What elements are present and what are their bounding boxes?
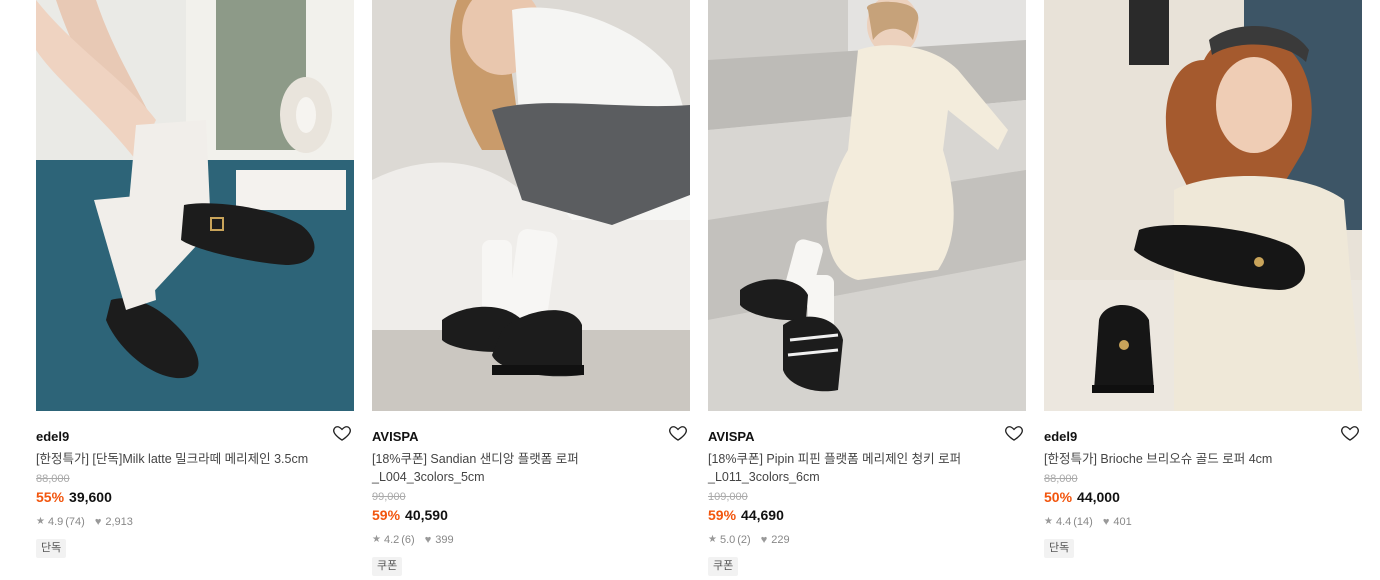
star-icon: ★: [372, 534, 381, 545]
review-count: (2): [737, 534, 751, 546]
product-name[interactable]: [18%쿠폰] Pipin 피핀 플랫폼 메리제인 청키 로퍼 _L011_3c…: [708, 450, 1008, 486]
review-count: (74): [65, 516, 85, 528]
wishlist-heart-icon[interactable]: [668, 423, 688, 443]
discount-rate: 59%: [708, 507, 737, 523]
product-stats: ★ 4.2 (6) ♥ 399: [372, 533, 690, 547]
product-badge: 단독: [36, 539, 67, 558]
product-image[interactable]: [708, 0, 1026, 411]
original-price: 88,000: [36, 473, 70, 485]
brand-name[interactable]: AVISPA: [372, 429, 418, 444]
rating-value: 4.9: [47, 516, 64, 528]
product-card[interactable]: AVISPA [18%쿠폰] Pipin 피핀 플랫폼 메리제인 청키 로퍼 _…: [708, 0, 1026, 576]
product-name[interactable]: [18%쿠폰] Sandian 샌디앙 플랫폼 로퍼 _L004_3colors…: [372, 450, 672, 486]
like-count: 401: [1113, 516, 1132, 528]
product-photo-pipin: [708, 0, 1026, 411]
star-icon: ★: [708, 534, 717, 545]
rating-value: 4.2: [383, 534, 400, 546]
original-price: 99,000: [372, 491, 406, 503]
review-count: (14): [1073, 516, 1093, 528]
star-icon: ★: [1044, 516, 1053, 527]
price-row: 59% 44,690: [708, 506, 1026, 524]
product-badge: 쿠폰: [708, 557, 739, 576]
product-stats: ★ 4.9 (74) ♥ 2,913: [36, 515, 354, 529]
sale-price: 39,600: [69, 489, 112, 505]
product-image[interactable]: [372, 0, 690, 411]
like-count: 2,913: [105, 516, 133, 528]
brand-name[interactable]: edel9: [36, 429, 69, 444]
wishlist-heart-icon[interactable]: [1004, 423, 1024, 443]
product-card[interactable]: AVISPA [18%쿠폰] Sandian 샌디앙 플랫폼 로퍼 _L004_…: [372, 0, 690, 576]
review-count: (6): [401, 534, 415, 546]
rating-value: 4.4: [1055, 516, 1072, 528]
product-image[interactable]: [1044, 0, 1362, 411]
sale-price: 40,590: [405, 507, 448, 523]
product-photo-brioche: [1044, 0, 1362, 411]
discount-rate: 55%: [36, 489, 65, 505]
product-badge: 단독: [1044, 539, 1075, 558]
product-image[interactable]: [36, 0, 354, 411]
sale-price: 44,690: [741, 507, 784, 523]
brand-name[interactable]: edel9: [1044, 429, 1077, 444]
product-name[interactable]: [한정특가] Brioche 브리오슈 골드 로퍼 4cm: [1044, 450, 1344, 468]
discount-rate: 59%: [372, 507, 401, 523]
wishlist-heart-icon[interactable]: [332, 423, 352, 443]
product-stats: ★ 5.0 (2) ♥ 229: [708, 533, 1026, 547]
product-card[interactable]: edel9 [한정특가] Brioche 브리오슈 골드 로퍼 4cm 88,0…: [1044, 0, 1362, 558]
price-row: 59% 40,590: [372, 506, 690, 524]
original-price: 88,000: [1044, 473, 1078, 485]
like-heart-icon: ♥: [94, 516, 102, 528]
star-icon: ★: [36, 516, 45, 527]
wishlist-heart-icon[interactable]: [1340, 423, 1360, 443]
original-price: 109,000: [708, 491, 748, 503]
product-photo-sandian: [372, 0, 690, 411]
product-badge: 쿠폰: [372, 557, 403, 576]
like-count: 399: [435, 534, 454, 546]
price-row: 50% 44,000: [1044, 488, 1362, 506]
discount-rate: 50%: [1044, 489, 1073, 505]
product-name[interactable]: [한정특가] [단독]Milk latte 밀크라떼 메리제인 3.5cm: [36, 450, 336, 468]
product-card[interactable]: edel9 [한정특가] [단독]Milk latte 밀크라떼 메리제인 3.…: [36, 0, 354, 558]
product-photo-milk-latte: [36, 0, 354, 411]
like-heart-icon: ♥: [1102, 516, 1110, 528]
rating-value: 5.0: [719, 534, 736, 546]
product-stats: ★ 4.4 (14) ♥ 401: [1044, 515, 1362, 529]
sale-price: 44,000: [1077, 489, 1120, 505]
like-heart-icon: ♥: [424, 534, 432, 546]
brand-name[interactable]: AVISPA: [708, 429, 754, 444]
price-row: 55% 39,600: [36, 488, 354, 506]
like-count: 229: [771, 534, 790, 546]
like-heart-icon: ♥: [760, 534, 768, 546]
